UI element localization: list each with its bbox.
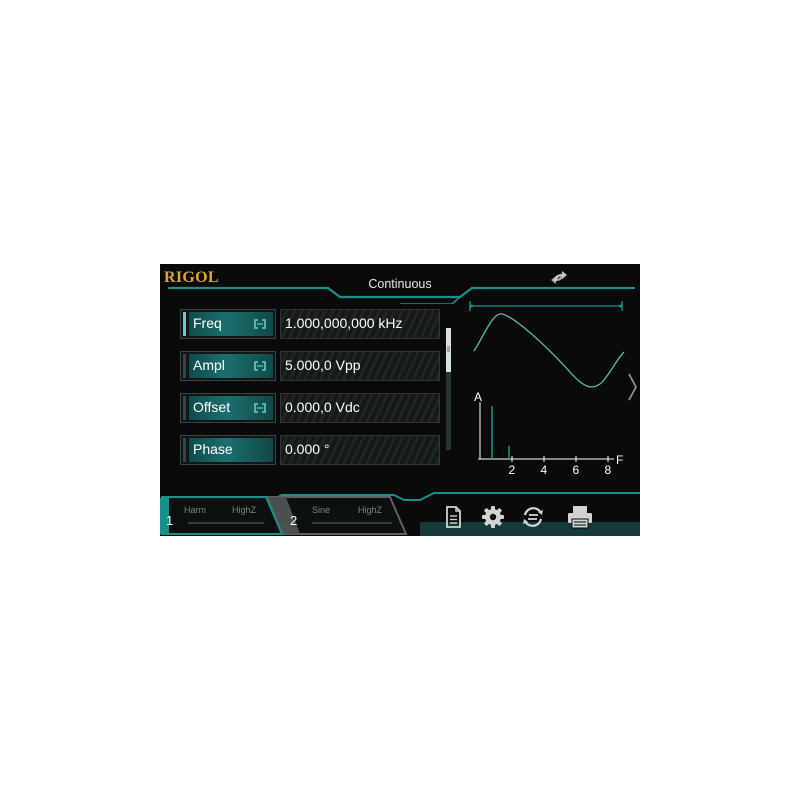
spectrum-tick-label: 4 [541,463,548,477]
channel-2-number: 2 [290,513,298,528]
grip-icon [447,346,450,352]
gear-icon[interactable] [480,504,506,530]
offset-value-field[interactable]: 0.000,0 Vdc [280,393,440,423]
freq-value: 1.000,000,000 kHz [285,315,403,331]
selection-bar [183,396,186,420]
offset-value: 0.000,0 Vdc [285,399,360,415]
brand-logo: RIGOL [164,269,219,286]
coupling-icon [254,403,266,413]
channel-2-waveform: Sine [312,505,331,515]
spectrum-x-label: F [616,453,623,467]
spectrum-tick-label: 2 [509,463,516,477]
period-arrow-left [470,304,475,308]
offset-param-button[interactable]: Offset [180,393,276,423]
document-icon[interactable] [440,504,466,530]
ampl-label: Ampl [193,357,225,373]
coupling-icon [254,319,266,329]
selection-bar [183,354,186,378]
channel-2-tab[interactable]: 2 Sine HighZ [284,497,404,533]
coupling-icon [254,361,266,371]
period-arrow-right [617,304,622,308]
phase-label: Phase [193,441,233,457]
offset-label: Offset [193,399,231,415]
scrollbar-thumb[interactable] [446,328,451,372]
freq-label: Freq [193,315,222,331]
waveform-trace [473,313,625,388]
generator-screen: RIGOL Continuous Freq 1.000,000,000 kHz … [160,264,640,536]
channel-1-waveform: Harm [184,505,206,515]
ampl-value: 5.000,0 Vpp [285,357,361,373]
spectrum-tick-label: 8 [605,463,612,477]
spectrum-y-label: A [474,390,482,404]
spectrum-tick-label: 6 [573,463,580,477]
sync-arrows-icon[interactable] [548,268,570,286]
channel-2-load: HighZ [358,505,383,515]
printer-icon[interactable] [566,504,594,530]
channel-1-number: 1 [166,513,174,528]
phase-value-field[interactable]: 0.000 ° [280,435,440,465]
freq-value-field[interactable]: 1.000,000,000 kHz [280,309,440,339]
selection-bar [183,438,186,462]
run-mode-title[interactable]: Continuous [350,277,450,291]
channel-1-tab[interactable]: 1 Harm HighZ [160,497,278,533]
phase-value: 0.000 ° [285,441,330,457]
sync-circle-icon[interactable] [520,504,546,530]
channel-1-load: HighZ [232,505,257,515]
waveform-preview [469,301,625,388]
selection-bar [183,312,186,336]
harmonic-spectrum: A F 2 4 6 8 [474,390,623,477]
freq-param-button[interactable]: Freq [180,309,276,339]
chevron-right-icon[interactable] [626,372,638,402]
ampl-value-field[interactable]: 5.000,0 Vpp [280,351,440,381]
ampl-param-button[interactable]: Ampl [180,351,276,381]
phase-param-button[interactable]: Phase [180,435,276,465]
